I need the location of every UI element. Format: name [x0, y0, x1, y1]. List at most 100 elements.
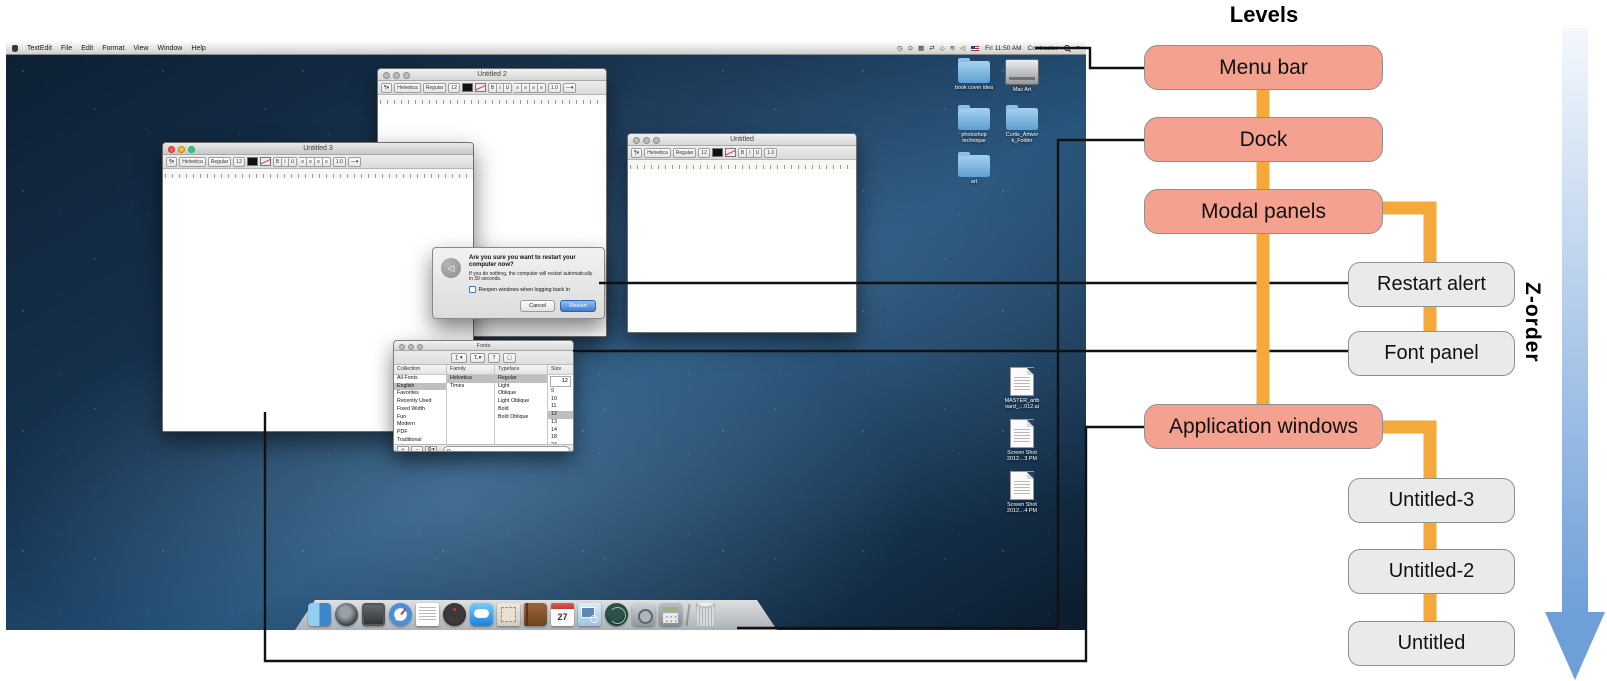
wifi-menu-icon[interactable]: ≋ — [950, 44, 955, 52]
document-color-button[interactable]: ▢ — [503, 353, 516, 363]
fonts-titlebar[interactable]: Fonts — [394, 341, 573, 351]
paragraph-styles-button[interactable]: ¶▾ — [631, 148, 642, 158]
dock-time-machine-icon[interactable] — [605, 603, 628, 626]
text-color-swatch[interactable] — [462, 83, 473, 92]
typeface-select[interactable]: Regular — [208, 157, 232, 167]
align-button[interactable]: ≡ — [530, 83, 538, 93]
dock-calculator-icon[interactable] — [659, 603, 682, 626]
align-button[interactable]: ≡ — [307, 157, 315, 167]
window-untitled[interactable]: Untitled ¶▾ Helvetica Regular 12 B I U 1… — [627, 133, 857, 333]
menu-item[interactable]: TextEdit — [27, 45, 52, 52]
time-machine-menu-icon[interactable]: ◷ — [897, 44, 903, 52]
font-family-select[interactable]: Helvetica — [644, 148, 671, 158]
paragraph-styles-button[interactable]: ¶▾ — [166, 157, 177, 167]
bluetooth-menu-icon[interactable]: ◇ — [940, 44, 945, 52]
dock-textedit-icon[interactable] — [416, 603, 439, 626]
window-controls[interactable] — [168, 146, 195, 153]
dock-dashboard-icon[interactable] — [443, 603, 466, 626]
collection-item[interactable]: Fixed Width — [394, 406, 446, 414]
dock-mail-icon[interactable] — [497, 603, 520, 626]
input-language-flag-icon[interactable] — [971, 46, 979, 51]
file-screen-shot-2[interactable]: Screen Shot 2012…4 PM — [998, 470, 1046, 514]
bold-button[interactable]: B — [273, 157, 282, 167]
text-color-button[interactable]: T — [488, 353, 499, 363]
line-spacing-select[interactable]: 1.0 — [548, 83, 561, 93]
italic-button[interactable]: I — [282, 157, 288, 167]
font-size-select[interactable]: 12 — [448, 83, 460, 93]
collection-item[interactable]: PDF — [394, 429, 446, 437]
italic-button[interactable]: I — [747, 148, 753, 158]
titlebar[interactable]: Untitled 2 — [378, 69, 606, 81]
align-button[interactable]: ≡ — [522, 83, 530, 93]
typeface-item[interactable]: Regular — [495, 375, 547, 383]
align-button[interactable]: ≡ — [315, 157, 323, 167]
underline-button[interactable]: U — [754, 148, 763, 158]
background-color-swatch[interactable] — [725, 148, 736, 157]
typeface-item[interactable]: Bold — [495, 406, 547, 414]
dock-calendar-icon[interactable]: 27 — [551, 603, 574, 626]
document-area[interactable] — [628, 169, 856, 332]
font-family-select[interactable]: Helvetica — [394, 83, 421, 93]
text-color-swatch[interactable] — [247, 157, 258, 166]
dock-finder-icon[interactable] — [308, 603, 331, 626]
size-column[interactable]: Size 12 910111213141824 — [548, 365, 573, 444]
collection-item[interactable]: Fun — [394, 414, 446, 422]
titlebar[interactable]: Untitled 3 — [163, 143, 473, 155]
family-item[interactable]: Helvetica — [447, 375, 494, 383]
folder-curtis-artwork[interactable]: Curtis_Artwor k_Folder — [998, 103, 1046, 150]
cancel-button[interactable]: Cancel — [520, 300, 555, 312]
folder-book-cover-idea[interactable]: book cover idea — [950, 56, 998, 103]
menu-clock[interactable]: Fri 11:50 AM — [985, 45, 1021, 52]
menu-item[interactable]: View — [133, 45, 148, 52]
size-item[interactable]: 10 — [548, 396, 573, 404]
align-button[interactable]: ≡ — [538, 83, 546, 93]
typeface-column[interactable]: Typeface RegularLightObliqueLight Obliqu… — [495, 365, 548, 444]
collection-item[interactable]: All Fonts — [394, 375, 446, 383]
dock-divider-icon[interactable] — [686, 602, 690, 626]
dock-preview-icon[interactable] — [578, 603, 601, 626]
drive-mac-art[interactable]: Mac Art — [998, 56, 1046, 103]
dock-contacts-icon[interactable] — [524, 603, 547, 626]
typeface-item[interactable]: Bold Oblique — [495, 414, 547, 422]
menu-item[interactable]: File — [61, 45, 72, 52]
align-button[interactable]: ≡ — [514, 83, 522, 93]
dock-safari-icon[interactable] — [389, 603, 412, 626]
italic-button[interactable]: I — [497, 83, 503, 93]
reopen-windows-checkbox[interactable] — [469, 286, 476, 293]
volume-menu-icon[interactable]: ◁ — [960, 44, 965, 52]
menu-item[interactable]: Help — [191, 45, 205, 52]
user-switch-menu[interactable]: Contractor — [1028, 45, 1058, 52]
font-search-input[interactable] — [443, 446, 570, 452]
dock-launchpad-icon[interactable] — [335, 603, 358, 626]
list-style-select[interactable]: —▾ — [348, 157, 362, 167]
sync-menu-icon[interactable]: ⇄ — [929, 44, 934, 52]
typeface-item[interactable]: Light Oblique — [495, 398, 547, 406]
background-color-swatch[interactable] — [260, 157, 271, 166]
font-size-select[interactable]: 12 — [698, 148, 710, 158]
list-style-select[interactable]: —▾ — [563, 83, 577, 93]
family-item[interactable]: Times — [447, 383, 494, 391]
file-screen-shot-1[interactable]: Screen Shot 2012…3 PM — [998, 418, 1046, 462]
window-controls[interactable] — [633, 137, 660, 144]
remove-collection-button[interactable]: − — [411, 446, 423, 452]
underline-button[interactable]: U — [504, 83, 513, 93]
typeface-select[interactable]: Regular — [423, 83, 447, 93]
line-spacing-select[interactable]: 1.0 — [764, 148, 777, 158]
size-item[interactable]: 24 — [548, 442, 573, 444]
font-family-select[interactable]: Helvetica — [179, 157, 206, 167]
restart-button[interactable]: Restart — [560, 300, 596, 312]
window-controls[interactable] — [383, 72, 410, 79]
collection-item[interactable]: Recently Used — [394, 398, 446, 406]
strikethrough-style-button[interactable]: T̶ ▾ — [470, 353, 486, 363]
dock-mission-control-icon[interactable] — [362, 603, 385, 626]
size-item[interactable]: 11 — [548, 403, 573, 411]
window-controls[interactable] — [399, 344, 423, 350]
folder-art[interactable]: art — [950, 150, 998, 197]
underline-button[interactable]: U — [289, 157, 298, 167]
bold-button[interactable]: B — [738, 148, 747, 158]
folder-photoshop-technique[interactable]: photoshop technique — [950, 103, 998, 150]
font-size-select[interactable]: 12 — [233, 157, 245, 167]
collection-item[interactable]: Favorites — [394, 390, 446, 398]
menu-item[interactable]: Window — [157, 45, 182, 52]
size-item[interactable]: 14 — [548, 427, 573, 435]
